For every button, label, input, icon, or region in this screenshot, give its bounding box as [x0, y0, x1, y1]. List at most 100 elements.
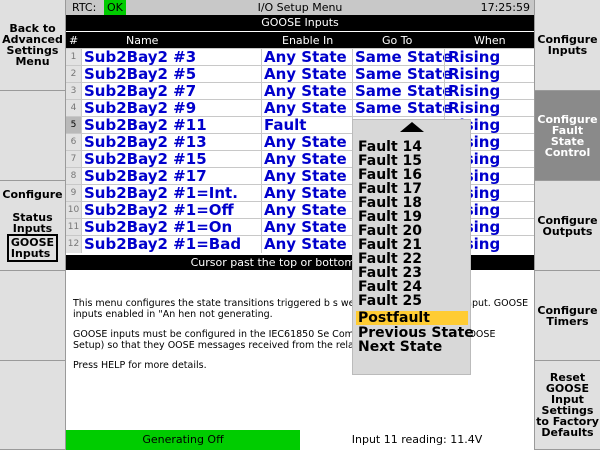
dropdown-option[interactable]: Fault 15: [356, 154, 468, 168]
row-name: Sub2Bay2 #1=Bad: [84, 235, 242, 253]
row-enable-in: Any State: [264, 65, 347, 83]
grid-line: [66, 99, 534, 100]
row-name: Sub2Bay2 #5: [84, 65, 197, 83]
configure-inputs-button[interactable]: Configure Inputs: [534, 0, 600, 91]
row-name: Sub2Bay2 #3: [84, 48, 197, 66]
dropdown-option[interactable]: Fault 19: [356, 210, 468, 224]
configure-outputs-button[interactable]: Configure Outputs: [534, 181, 600, 271]
row-enable-in: Any State: [264, 167, 347, 185]
row-name: Sub2Bay2 #1=Off: [84, 201, 234, 219]
row-name: Sub2Bay2 #9: [84, 99, 197, 117]
row-number: 3: [66, 83, 81, 100]
top-status-bar: RTC: OK I/O Setup Menu 17:25:59: [66, 0, 534, 15]
configure-timers-button[interactable]: Configure Timers: [534, 271, 600, 361]
row-go-to: Same State: [355, 99, 453, 117]
col-enable-in-header: Enable In: [282, 34, 334, 47]
dropdown-option[interactable]: Fault 22: [356, 252, 468, 266]
row-enable-in: Fault: [264, 116, 307, 134]
dropdown-option[interactable]: Next State: [356, 340, 468, 354]
row-number: 4: [66, 100, 81, 117]
row-number: 2: [66, 66, 81, 83]
row-go-to: Same State: [355, 82, 453, 100]
dropdown-option[interactable]: Fault 24: [356, 280, 468, 294]
row-name: Sub2Bay2 #1=On: [84, 218, 233, 236]
table-row[interactable]: 4 Sub2Bay2 #9 Any State Same State Risin…: [66, 100, 534, 117]
grid-line: [81, 48, 82, 253]
dropdown-option[interactable]: Previous State: [356, 326, 474, 340]
row-when: Rising: [448, 65, 501, 83]
dropdown-option[interactable]: Fault 23: [356, 266, 468, 280]
reset-goose-input-settings-button[interactable]: Reset GOOSE Input Settings to Factory De…: [534, 361, 600, 450]
row-name: Sub2Bay2 #13: [84, 133, 207, 151]
table-row[interactable]: 2 Sub2Bay2 #5 Any State Same State Risin…: [66, 66, 534, 83]
dropdown-option[interactable]: Fault 20: [356, 224, 468, 238]
go-to-state-dropdown[interactable]: Fault 14 Fault 15 Fault 16 Fault 17 Faul…: [352, 119, 474, 375]
row-enable-in: Any State: [264, 201, 347, 219]
row-number: 8: [66, 168, 81, 185]
dropdown-option[interactable]: Fault 18: [356, 196, 468, 210]
dropdown-option[interactable]: Fault 21: [356, 238, 468, 252]
row-enable-in: Any State: [264, 218, 347, 236]
goose-inputs-box: GOOSE Inputs: [6, 234, 59, 262]
configure-fault-state-control-button[interactable]: Configure Fault State Control: [534, 91, 600, 181]
table-title: GOOSE Inputs: [66, 15, 534, 31]
configure-timers-label: Configure Timers: [537, 303, 598, 328]
row-name: Sub2Bay2 #17: [84, 167, 207, 185]
grid-line: [66, 116, 534, 117]
configure-status-goose-inputs-button[interactable]: Configure Status Inputs GOOSE Inputs: [0, 181, 66, 271]
scroll-up-arrow-icon[interactable]: [400, 122, 424, 132]
col-go-to-header: Go To: [382, 34, 413, 47]
row-when: Rising: [448, 99, 501, 117]
row-number: 10: [66, 202, 81, 219]
grid-line: [261, 48, 262, 253]
row-number: 12: [66, 236, 81, 253]
back-to-advanced-settings-button[interactable]: Back to Advanced Settings Menu: [0, 0, 66, 91]
row-enable-in: Any State: [264, 48, 347, 66]
row-number: 11: [66, 219, 81, 236]
row-go-to: Same State: [355, 65, 453, 83]
dropdown-option[interactable]: Fault 25: [356, 294, 468, 308]
dropdown-option[interactable]: Fault 17: [356, 182, 468, 196]
left-softkey-5[interactable]: [0, 361, 66, 450]
back-button-label: Back to Advanced Settings Menu: [2, 22, 63, 68]
row-number: 6: [66, 134, 81, 151]
menu-title: I/O Setup Menu: [257, 1, 343, 14]
row-when: Rising: [448, 82, 501, 100]
configure-label: Configure: [2, 188, 63, 201]
col-when-header: When: [474, 34, 506, 47]
row-enable-in: Any State: [264, 99, 347, 117]
row-name: Sub2Bay2 #15: [84, 150, 207, 168]
row-enable-in: Any State: [264, 82, 347, 100]
dropdown-option[interactable]: Fault 14: [356, 140, 468, 154]
table-row[interactable]: 3 Sub2Bay2 #7 Any State Same State Risin…: [66, 83, 534, 100]
dropdown-option-selected[interactable]: Postfault: [356, 311, 468, 325]
row-enable-in: Any State: [264, 133, 347, 151]
left-softkey-4[interactable]: [0, 271, 66, 361]
status-inputs-label: Status Inputs: [12, 211, 53, 235]
left-softkey-2[interactable]: [0, 91, 66, 181]
table-row[interactable]: 1 Sub2Bay2 #3 Any State Same State Risin…: [66, 49, 534, 66]
dropdown-option[interactable]: Fault 16: [356, 168, 468, 182]
row-name: Sub2Bay2 #7: [84, 82, 197, 100]
grid-line: [66, 48, 534, 49]
row-number: 7: [66, 151, 81, 168]
row-number: 1: [66, 49, 81, 66]
row-name: Sub2Bay2 #11: [84, 116, 207, 134]
row-enable-in: Any State: [264, 235, 347, 253]
col-num-header: #: [69, 34, 79, 47]
row-when: Rising: [448, 48, 501, 66]
row-enable-in: Any State: [264, 150, 347, 168]
reset-goose-label: Reset GOOSE Input Settings to Factory De…: [536, 371, 599, 439]
generating-status: Generating Off: [66, 430, 300, 450]
row-number: 5: [66, 117, 81, 134]
configure-inputs-label: Configure Inputs: [537, 33, 598, 57]
clock: 17:25:59: [480, 1, 530, 14]
row-name: Sub2Bay2 #1=Int.: [84, 184, 238, 202]
row-number: 9: [66, 185, 81, 202]
configure-fault-state-control-label: Configure Fault State Control: [537, 112, 598, 159]
row-go-to: Same State: [355, 48, 453, 66]
row-enable-in: Any State: [264, 184, 347, 202]
configure-outputs-label: Configure Outputs: [537, 213, 598, 238]
col-name-header: Name: [126, 34, 159, 47]
grid-line: [66, 82, 534, 83]
